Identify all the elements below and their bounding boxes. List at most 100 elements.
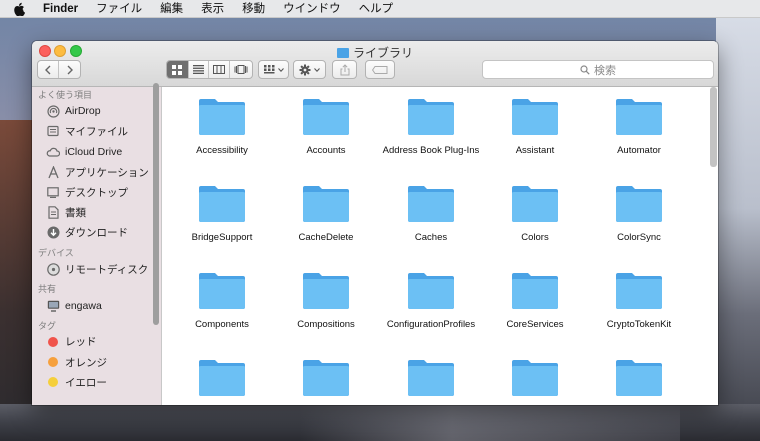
column-view-button[interactable]: [209, 61, 230, 78]
sidebar-heading-devices: デバイス: [38, 248, 74, 259]
content-scrollbar[interactable]: [710, 87, 717, 167]
menu-app-name[interactable]: Finder: [43, 0, 78, 18]
download-icon: [46, 226, 60, 240]
folder-icon: [512, 186, 558, 222]
chevron-down-icon: [314, 67, 320, 72]
sidebar-item-airdrop[interactable]: AirDrop: [32, 101, 161, 121]
sidebar-item-remote-disc[interactable]: リモートディスク: [32, 259, 161, 279]
folder-label: ConfigurationProfiles: [386, 319, 476, 330]
folder-icon: [616, 273, 662, 309]
desktop-wallpaper-right: [716, 18, 760, 441]
folder-icon: [303, 186, 349, 222]
sidebar-item-label: レッド: [65, 336, 97, 349]
folder-item[interactable]: [381, 358, 481, 405]
folder-item[interactable]: Compositions: [276, 271, 376, 331]
sidebar-item-label: AirDrop: [65, 105, 101, 118]
sidebar-item-label: イエロー: [65, 376, 107, 389]
sidebar-item-all-files[interactable]: マイファイル: [32, 121, 161, 141]
search-placeholder: 検索: [594, 64, 616, 77]
folder-item[interactable]: Components: [172, 271, 272, 331]
menu-edit[interactable]: 編集: [160, 0, 183, 18]
folder-icon: [303, 360, 349, 396]
sidebar-item-downloads[interactable]: ダウンロード: [32, 223, 161, 243]
sidebar-item-applications[interactable]: アプリケーション: [32, 162, 161, 182]
folder-item[interactable]: [485, 358, 585, 405]
tag-dot-icon: [46, 355, 60, 369]
folder-item[interactable]: CryptoTokenKit: [589, 271, 689, 331]
icon-grid-icon: [172, 64, 183, 75]
folder-label: Accounts: [306, 145, 346, 156]
folder-label: CryptoTokenKit: [606, 319, 672, 330]
menu-window[interactable]: ウインドウ: [283, 0, 341, 18]
sidebar-item-documents[interactable]: 書類: [32, 202, 161, 222]
list-icon: [192, 65, 204, 74]
columns-icon: [212, 65, 225, 74]
icon-view-button[interactable]: [167, 61, 189, 78]
menu-help[interactable]: ヘルプ: [359, 0, 394, 18]
forward-button[interactable]: [59, 61, 80, 78]
folder-label: Assistant: [515, 145, 555, 156]
chevron-left-icon: [45, 65, 51, 74]
menu-file[interactable]: ファイル: [96, 0, 142, 18]
sidebar-item-tag-red[interactable]: レッド: [32, 332, 161, 352]
folder-item[interactable]: ConfigurationProfiles: [381, 271, 481, 331]
window-title: ライブラリ: [32, 44, 718, 61]
search-field[interactable]: 検索: [482, 60, 714, 79]
sidebar-item-label: マイファイル: [65, 125, 128, 138]
share-button[interactable]: [332, 60, 357, 79]
folder-item[interactable]: Accessibility: [172, 97, 272, 157]
back-button[interactable]: [38, 61, 60, 78]
folder-item[interactable]: Colors: [485, 184, 585, 244]
folder-item[interactable]: [589, 358, 689, 405]
folder-item[interactable]: Automator: [589, 97, 689, 157]
sidebar-item-tag-yellow[interactable]: イエロー: [32, 372, 161, 392]
disc-icon: [46, 262, 60, 276]
folder-item[interactable]: Assistant: [485, 97, 585, 157]
sidebar-item-icloud-drive[interactable]: iCloud Drive: [32, 142, 161, 162]
title-bar: ライブラリ 検索: [32, 41, 718, 87]
folder-item[interactable]: Accounts: [276, 97, 376, 157]
sidebar-item-desktop[interactable]: デスクトップ: [32, 182, 161, 202]
menu-view[interactable]: 表示: [201, 0, 224, 18]
view-mode-control: [166, 60, 253, 79]
folder-item[interactable]: Address Book Plug-Ins: [381, 97, 481, 157]
sidebar-scrollbar[interactable]: [153, 83, 159, 325]
sidebar-item-tag-orange[interactable]: オレンジ: [32, 352, 161, 372]
folder-label: CoreServices: [506, 319, 564, 330]
chevron-down-icon: [277, 67, 284, 72]
tag-dot-icon: [46, 335, 60, 349]
sidebar-heading-shared: 共有: [38, 284, 57, 295]
airdrop-icon: [46, 104, 60, 118]
folder-item[interactable]: ColorSync: [589, 184, 689, 244]
menu-go[interactable]: 移動: [242, 0, 265, 18]
folder-label: Caches: [414, 232, 448, 243]
sidebar-item-label: 書類: [65, 207, 86, 220]
search-icon: [580, 64, 590, 75]
apple-menu-icon[interactable]: [13, 2, 29, 16]
sidebar-item-engawa[interactable]: engawa: [32, 295, 161, 315]
edit-tags-button[interactable]: [365, 60, 395, 79]
menu-bar: Finder ファイル 編集 表示 移動 ウインドウ ヘルプ: [0, 0, 760, 18]
folder-icon: [512, 273, 558, 309]
action-button[interactable]: [293, 60, 326, 79]
folder-item[interactable]: [172, 358, 272, 405]
cover-flow-button[interactable]: [230, 61, 252, 78]
list-view-button[interactable]: [189, 61, 210, 78]
folder-item[interactable]: CoreServices: [485, 271, 585, 331]
folder-icon: [199, 360, 245, 396]
folder-icon: [616, 186, 662, 222]
folder-item[interactable]: BridgeSupport: [172, 184, 272, 244]
folder-label: Address Book Plug-Ins: [382, 145, 480, 156]
document-icon: [46, 206, 60, 220]
cloud-icon: [46, 145, 60, 159]
folder-label: Automator: [617, 145, 661, 156]
window-title-text: ライブラリ: [352, 46, 413, 60]
folder-item[interactable]: [276, 358, 376, 405]
applications-icon: [46, 165, 60, 179]
arrange-button[interactable]: [258, 60, 289, 79]
folder-icon: [199, 273, 245, 309]
folder-item[interactable]: Caches: [381, 184, 481, 244]
gear-icon: [299, 64, 311, 75]
folder-item[interactable]: CacheDelete: [276, 184, 376, 244]
sidebar-item-label: オレンジ: [65, 356, 107, 369]
